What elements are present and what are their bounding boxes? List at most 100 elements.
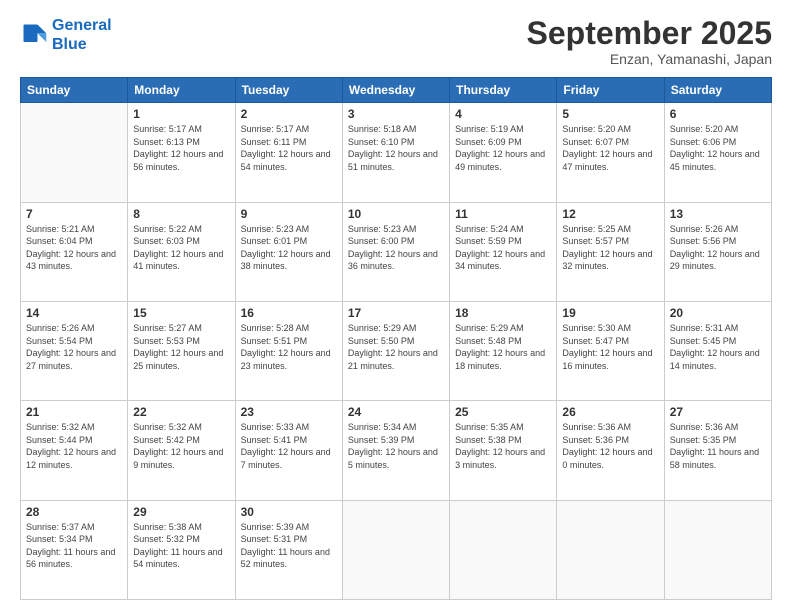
day-number: 15 [133, 306, 229, 320]
day-cell: 2 Sunrise: 5:17 AM Sunset: 6:11 PM Daylig… [235, 103, 342, 202]
day-cell: 30 Sunrise: 5:39 AM Sunset: 5:31 PM Dayli… [235, 500, 342, 599]
day-number: 21 [26, 405, 122, 419]
day-cell [557, 500, 664, 599]
day-number: 9 [241, 207, 337, 221]
day-number: 12 [562, 207, 658, 221]
day-cell [21, 103, 128, 202]
day-number: 10 [348, 207, 444, 221]
day-cell: 1 Sunrise: 5:17 AM Sunset: 6:13 PM Daylig… [128, 103, 235, 202]
day-cell: 18 Sunrise: 5:29 AM Sunset: 5:48 PM Dayli… [450, 301, 557, 400]
calendar-page: General Blue September 2025 Enzan, Yaman… [0, 0, 792, 612]
day-number: 14 [26, 306, 122, 320]
day-cell: 12 Sunrise: 5:25 AM Sunset: 5:57 PM Dayli… [557, 202, 664, 301]
day-info: Sunrise: 5:26 AM Sunset: 5:56 PM Dayligh… [670, 223, 766, 273]
day-number: 7 [26, 207, 122, 221]
day-cell: 4 Sunrise: 5:19 AM Sunset: 6:09 PM Daylig… [450, 103, 557, 202]
day-number: 20 [670, 306, 766, 320]
day-cell: 17 Sunrise: 5:29 AM Sunset: 5:50 PM Dayli… [342, 301, 449, 400]
day-cell [664, 500, 771, 599]
location: Enzan, Yamanashi, Japan [527, 51, 772, 67]
day-number: 11 [455, 207, 551, 221]
day-info: Sunrise: 5:22 AM Sunset: 6:03 PM Dayligh… [133, 223, 229, 273]
day-number: 2 [241, 107, 337, 121]
col-monday: Monday [128, 78, 235, 103]
day-info: Sunrise: 5:27 AM Sunset: 5:53 PM Dayligh… [133, 322, 229, 372]
logo-text: General Blue [52, 16, 112, 54]
day-number: 29 [133, 505, 229, 519]
day-info: Sunrise: 5:25 AM Sunset: 5:57 PM Dayligh… [562, 223, 658, 273]
calendar-table: Sunday Monday Tuesday Wednesday Thursday… [20, 77, 772, 600]
day-info: Sunrise: 5:34 AM Sunset: 5:39 PM Dayligh… [348, 421, 444, 471]
week-row-3: 14 Sunrise: 5:26 AM Sunset: 5:54 PM Dayli… [21, 301, 772, 400]
day-cell: 22Sunrise: 5:32 AM Sunset: 5:42 PM Dayli… [128, 401, 235, 500]
day-info: Sunrise: 5:19 AM Sunset: 6:09 PM Dayligh… [455, 123, 551, 173]
day-cell: 3 Sunrise: 5:18 AM Sunset: 6:10 PM Daylig… [342, 103, 449, 202]
weekday-row: Sunday Monday Tuesday Wednesday Thursday… [21, 78, 772, 103]
day-cell: 21 Sunrise: 5:32 AM Sunset: 5:44 PM Dayli… [21, 401, 128, 500]
day-number: 18 [455, 306, 551, 320]
logo-icon [20, 21, 48, 49]
col-friday: Friday [557, 78, 664, 103]
day-info: Sunrise: 5:17 AM Sunset: 6:13 PM Dayligh… [133, 123, 229, 173]
logo-line1: General [52, 17, 112, 34]
day-cell: 14 Sunrise: 5:26 AM Sunset: 5:54 PM Dayli… [21, 301, 128, 400]
logo-line2: Blue [52, 36, 87, 53]
day-info: Sunrise: 5:39 AM Sunset: 5:31 PM Dayligh… [241, 521, 337, 571]
day-info: Sunrise: 5:35 AM Sunset: 5:38 PM Dayligh… [455, 421, 551, 471]
day-cell: 27 Sunrise: 5:36 AM Sunset: 5:35 PM Dayli… [664, 401, 771, 500]
day-info: Sunrise: 5:26 AM Sunset: 5:54 PM Dayligh… [26, 322, 122, 372]
day-cell [450, 500, 557, 599]
day-cell [342, 500, 449, 599]
day-cell: 24 Sunrise: 5:34 AM Sunset: 5:39 PM Dayli… [342, 401, 449, 500]
day-info: Sunrise: 5:17 AM Sunset: 6:11 PM Dayligh… [241, 123, 337, 173]
day-info: Sunrise: 5:31 AM Sunset: 5:45 PM Dayligh… [670, 322, 766, 372]
day-cell: 25 Sunrise: 5:35 AM Sunset: 5:38 PM Dayli… [450, 401, 557, 500]
day-cell: 9 Sunrise: 5:23 AM Sunset: 6:01 PM Daylig… [235, 202, 342, 301]
day-cell: 28 Sunrise: 5:37 AM Sunset: 5:34 PM Dayli… [21, 500, 128, 599]
day-info: Sunrise: 5:29 AM Sunset: 5:48 PM Dayligh… [455, 322, 551, 372]
day-number: 25 [455, 405, 551, 419]
day-cell: 26 Sunrise: 5:36 AM Sunset: 5:36 PM Dayli… [557, 401, 664, 500]
day-info: Sunrise: 5:36 AM Sunset: 5:36 PM Dayligh… [562, 421, 658, 471]
week-row-4: 21 Sunrise: 5:32 AM Sunset: 5:44 PM Dayli… [21, 401, 772, 500]
col-thursday: Thursday [450, 78, 557, 103]
day-info: Sunrise: 5:20 AM Sunset: 6:06 PM Dayligh… [670, 123, 766, 173]
day-info: Sunrise: 5:18 AM Sunset: 6:10 PM Dayligh… [348, 123, 444, 173]
day-info: Sunrise: 5:36 AM Sunset: 5:35 PM Dayligh… [670, 421, 766, 471]
col-sunday: Sunday [21, 78, 128, 103]
day-number: 19 [562, 306, 658, 320]
day-info: Sunrise: 5:24 AM Sunset: 5:59 PM Dayligh… [455, 223, 551, 273]
day-number: 30 [241, 505, 337, 519]
day-number: 4 [455, 107, 551, 121]
day-number: 13 [670, 207, 766, 221]
day-number: 1 [133, 107, 229, 121]
day-cell: 10 Sunrise: 5:23 AM Sunset: 6:00 PM Dayli… [342, 202, 449, 301]
day-cell: 16Sunrise: 5:28 AM Sunset: 5:51 PM Dayli… [235, 301, 342, 400]
week-row-1: 1 Sunrise: 5:17 AM Sunset: 6:13 PM Daylig… [21, 103, 772, 202]
day-cell: 23Sunrise: 5:33 AM Sunset: 5:41 PM Dayli… [235, 401, 342, 500]
day-number: 8 [133, 207, 229, 221]
day-info: Sunrise: 5:29 AM Sunset: 5:50 PM Dayligh… [348, 322, 444, 372]
day-info: Sunrise: 5:23 AM Sunset: 6:01 PM Dayligh… [241, 223, 337, 273]
day-info: Sunrise: 5:20 AM Sunset: 6:07 PM Dayligh… [562, 123, 658, 173]
day-number: 26 [562, 405, 658, 419]
day-number: 22 [133, 405, 229, 419]
day-number: 17 [348, 306, 444, 320]
calendar-header: Sunday Monday Tuesday Wednesday Thursday… [21, 78, 772, 103]
day-info: Sunrise: 5:32 AM Sunset: 5:44 PM Dayligh… [26, 421, 122, 471]
day-number: 3 [348, 107, 444, 121]
day-number: 27 [670, 405, 766, 419]
logo: General Blue [20, 16, 112, 54]
calendar-body: 1 Sunrise: 5:17 AM Sunset: 6:13 PM Daylig… [21, 103, 772, 600]
day-number: 28 [26, 505, 122, 519]
day-cell: 20 Sunrise: 5:31 AM Sunset: 5:45 PM Dayli… [664, 301, 771, 400]
day-number: 23 [241, 405, 337, 419]
day-number: 24 [348, 405, 444, 419]
day-cell: 11 Sunrise: 5:24 AM Sunset: 5:59 PM Dayli… [450, 202, 557, 301]
day-cell: 29Sunrise: 5:38 AM Sunset: 5:32 PM Dayli… [128, 500, 235, 599]
day-info: Sunrise: 5:21 AM Sunset: 6:04 PM Dayligh… [26, 223, 122, 273]
day-info: Sunrise: 5:28 AM Sunset: 5:51 PM Dayligh… [241, 322, 337, 372]
day-cell: 8 Sunrise: 5:22 AM Sunset: 6:03 PM Daylig… [128, 202, 235, 301]
day-info: Sunrise: 5:23 AM Sunset: 6:00 PM Dayligh… [348, 223, 444, 273]
day-info: Sunrise: 5:37 AM Sunset: 5:34 PM Dayligh… [26, 521, 122, 571]
